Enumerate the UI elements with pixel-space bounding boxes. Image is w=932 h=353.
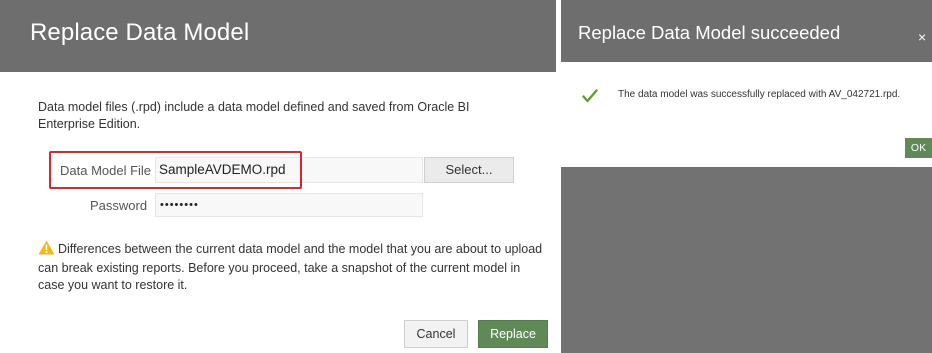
warning-message: Differences between the current data mod… (38, 240, 548, 294)
dialog-title: Replace Data Model (30, 19, 250, 46)
select-file-button[interactable]: Select... (424, 157, 514, 183)
dialog-description: Data model files (.rpd) include a data m… (38, 100, 470, 131)
highlight-annotation (49, 151, 302, 189)
success-dialog-body: The data model was successfully replaced… (561, 62, 932, 167)
cancel-button[interactable]: Cancel (404, 320, 468, 348)
check-icon (582, 89, 598, 108)
replace-button[interactable]: Replace (478, 320, 548, 348)
replace-data-model-dialog: Replace Data Model Data model files (.rp… (0, 0, 556, 353)
success-dialog-title: Replace Data Model succeeded (578, 22, 841, 43)
warning-icon (38, 240, 55, 260)
password-field[interactable]: •••••••• (155, 193, 423, 217)
warning-text: Differences between the current data mod… (38, 242, 543, 292)
password-label: Password (90, 198, 148, 213)
success-dialog-backdrop: Replace Data Model succeeded × The data … (561, 0, 932, 353)
ok-button[interactable]: OK (905, 138, 932, 158)
close-icon[interactable]: × (918, 30, 926, 44)
success-message: The data model was successfully replaced… (618, 89, 901, 100)
dialog-header: Replace Data Model (0, 0, 556, 72)
success-dialog-header: Replace Data Model succeeded × (561, 0, 932, 62)
